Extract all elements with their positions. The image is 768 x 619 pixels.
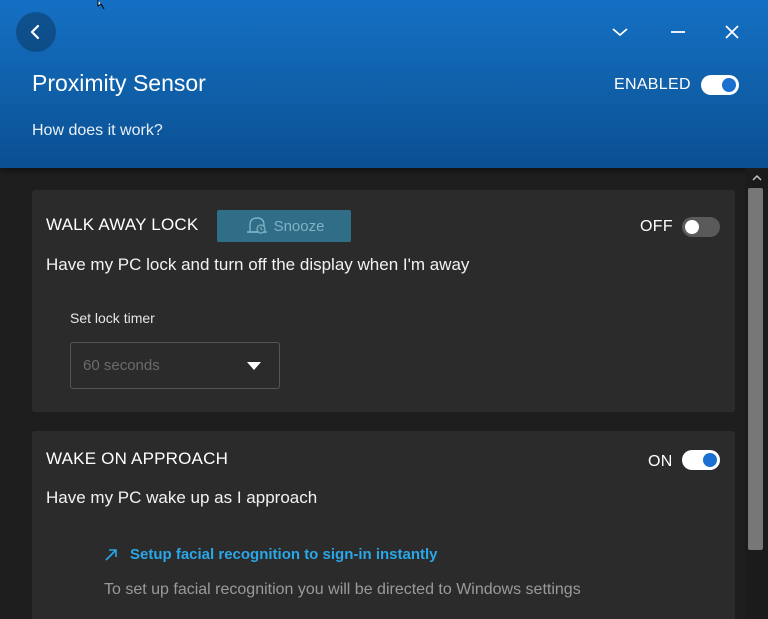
scroll-up-button[interactable] — [745, 168, 768, 186]
facial-link-label: Setup facial recognition to sign-in inst… — [130, 546, 438, 563]
scrollbar[interactable] — [745, 168, 768, 619]
chevron-up-icon — [752, 174, 761, 180]
walk-away-toggle[interactable] — [682, 217, 720, 237]
toggle-knob — [703, 453, 717, 467]
toggle-knob — [685, 220, 699, 234]
facial-note: To set up facial recognition you will be… — [104, 581, 581, 598]
enabled-toggle[interactable] — [701, 75, 739, 95]
lock-timer-dropdown[interactable]: 60 seconds — [70, 342, 280, 389]
mouse-cursor-icon — [97, 0, 105, 10]
wake-state-label: ON — [648, 453, 673, 470]
back-arrow-icon — [30, 24, 40, 40]
wake-title: WAKE ON APPROACH — [46, 449, 229, 468]
walk-away-lock-card: WALK AWAY LOCK Snooze OFF Have my PC loc… — [32, 190, 735, 412]
external-link-arrow-icon — [105, 548, 117, 561]
lock-timer-value: 60 seconds — [83, 357, 160, 374]
wake-description: Have my PC wake up as I approach — [46, 488, 318, 507]
walk-away-state-label: OFF — [640, 218, 673, 235]
walk-away-description: Have my PC lock and turn off the display… — [46, 255, 470, 274]
chevron-down-icon — [612, 28, 628, 37]
wake-toggle[interactable] — [682, 450, 720, 470]
collapse-button[interactable] — [606, 18, 634, 46]
wake-on-approach-card: WAKE ON APPROACH ON Have my PC wake up a… — [32, 431, 735, 619]
walk-away-title: WALK AWAY LOCK — [46, 215, 199, 234]
close-icon — [725, 25, 739, 39]
scroll-thumb[interactable] — [748, 188, 763, 550]
facial-recognition-link[interactable]: Setup facial recognition to sign-in inst… — [104, 546, 438, 563]
enabled-label: ENABLED — [614, 76, 691, 93]
snooze-bell-icon — [246, 217, 267, 234]
lock-timer-label: Set lock timer — [70, 310, 155, 326]
close-button[interactable] — [718, 18, 746, 46]
app-header: Proximity Sensor ENABLED How does it wor… — [0, 0, 768, 168]
snooze-button[interactable]: Snooze — [217, 210, 351, 242]
minimize-button[interactable] — [664, 18, 692, 46]
settings-content: WALK AWAY LOCK Snooze OFF Have my PC loc… — [0, 168, 745, 619]
dropdown-caret-icon — [247, 362, 261, 370]
minimize-icon — [671, 31, 685, 33]
back-button[interactable] — [16, 12, 56, 52]
toggle-knob — [722, 78, 736, 92]
snooze-label: Snooze — [273, 217, 325, 235]
help-link[interactable]: How does it work? — [32, 122, 163, 140]
page-title: Proximity Sensor — [32, 70, 206, 96]
